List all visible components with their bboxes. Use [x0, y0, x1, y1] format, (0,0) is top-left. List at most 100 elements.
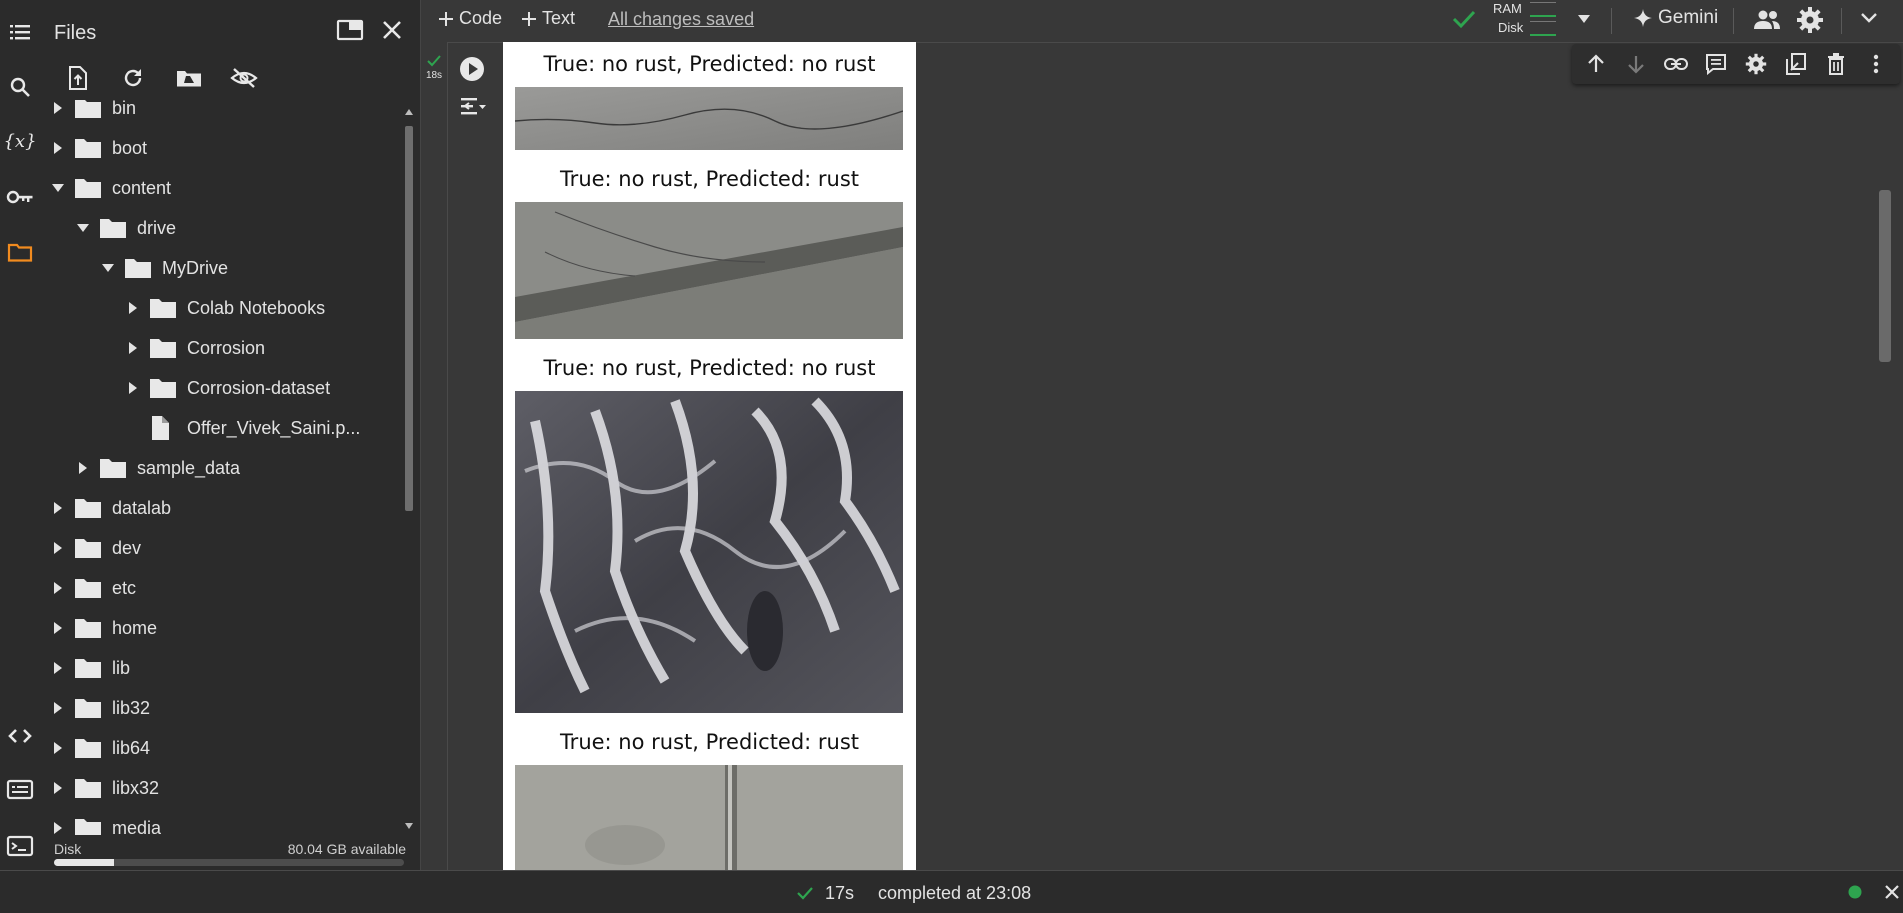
tree-item-dev[interactable]: dev: [48, 528, 141, 568]
tree-item-lib64[interactable]: lib64: [48, 728, 150, 768]
caret-right-icon[interactable]: [48, 138, 68, 158]
move-up-icon[interactable]: [1584, 52, 1608, 76]
settings-icon[interactable]: [1796, 6, 1824, 34]
tree-item-lib[interactable]: lib: [48, 648, 130, 688]
delete-icon[interactable]: [1824, 52, 1848, 76]
tree-item-libx32[interactable]: libx32: [48, 768, 159, 808]
prediction-title: True: no rust, Predicted: no rust: [543, 356, 876, 380]
caret-right-icon[interactable]: [48, 618, 68, 638]
tree-item-datalab[interactable]: datalab: [48, 488, 171, 528]
folder-icon: [74, 776, 104, 800]
code-snippets-icon[interactable]: [4, 720, 36, 752]
tree-item-home[interactable]: home: [48, 608, 157, 648]
open-in-tab-icon[interactable]: [334, 14, 366, 46]
run-cell-icon[interactable]: [459, 56, 485, 82]
concrete-ledge-image: [515, 202, 903, 339]
status-message[interactable]: completed at 23:08: [878, 883, 1031, 904]
file-tree: bin boot content drive MyDrive Colab Notebook…: [40, 100, 400, 835]
gemini-label: Gemini: [1658, 7, 1719, 28]
caret-right-icon[interactable]: [48, 738, 68, 758]
caret-right-icon[interactable]: [48, 100, 68, 118]
caret-right-icon[interactable]: [123, 378, 143, 398]
tree-item-label: MyDrive: [162, 257, 228, 278]
caret-right-icon[interactable]: [48, 538, 68, 558]
graffiti-metal-image: [515, 391, 903, 713]
caret-right-icon[interactable]: [123, 298, 143, 318]
caret-right-icon[interactable]: [48, 578, 68, 598]
terminal-icon[interactable]: [4, 830, 36, 862]
caret-right-icon[interactable]: [73, 458, 93, 478]
hide-files-icon[interactable]: [228, 62, 260, 94]
tree-item-content[interactable]: content: [48, 168, 171, 208]
caret-right-icon[interactable]: [48, 778, 68, 798]
tree-item-corrosion[interactable]: Corrosion: [123, 328, 265, 368]
cell-settings-icon[interactable]: [1744, 52, 1768, 76]
tree-item-drive[interactable]: drive: [73, 208, 176, 248]
command-palette-icon[interactable]: [4, 773, 36, 805]
ram-meter[interactable]: [1530, 2, 1556, 17]
tree-item-label: etc: [112, 577, 137, 598]
folder-icon: [74, 576, 104, 600]
upload-file-icon[interactable]: [62, 62, 94, 94]
cell-controls: [447, 42, 503, 870]
mirror-cell-icon[interactable]: [1784, 52, 1808, 76]
caret-right-icon[interactable]: [48, 818, 68, 835]
tree-item-mydrive[interactable]: MyDrive: [98, 248, 228, 288]
files-panel-title: Files: [54, 22, 97, 44]
prediction-title: True: no rust, Predicted: rust: [559, 167, 860, 191]
refresh-icon[interactable]: [117, 62, 149, 94]
comment-icon[interactable]: [1704, 52, 1728, 76]
share-people-icon[interactable]: [1752, 8, 1782, 32]
add-code-button[interactable]: Code: [439, 8, 502, 29]
runtime-dropdown-icon[interactable]: [1577, 14, 1591, 24]
files-panel: Files bin boot content drive MyDrive Colab No…: [40, 0, 421, 870]
key-icon[interactable]: [4, 181, 36, 213]
caret-right-icon[interactable]: [123, 338, 143, 358]
add-code-label: Code: [459, 8, 503, 28]
tree-item-boot[interactable]: boot: [48, 128, 147, 168]
folder-icon: [99, 216, 129, 240]
tree-item-corrosion-dataset[interactable]: Corrosion-dataset: [123, 368, 330, 408]
close-panel-icon[interactable]: [376, 14, 408, 46]
tree-item-label: drive: [137, 217, 177, 238]
folder-icon: [124, 256, 154, 280]
folder-icon[interactable]: [4, 236, 36, 268]
folder-icon: [74, 696, 104, 720]
tree-item-lib32[interactable]: lib32: [48, 688, 150, 728]
tree-item-etc[interactable]: etc: [48, 568, 136, 608]
tree-item-label: Corrosion-dataset: [187, 377, 331, 398]
caret-right-icon[interactable]: [48, 498, 68, 518]
ram-label: RAM: [1493, 1, 1522, 16]
collapse-header-icon[interactable]: [1860, 12, 1878, 24]
file-tree-scrollbar[interactable]: [402, 104, 416, 834]
cell-runtime: 18s: [425, 70, 443, 81]
move-down-icon[interactable]: [1624, 52, 1648, 76]
gemini-button[interactable]: Gemini: [1634, 7, 1718, 29]
status-elapsed[interactable]: 17s: [825, 883, 854, 904]
notebook-scrollbar[interactable]: [1877, 42, 1903, 870]
mount-drive-icon[interactable]: [173, 62, 205, 94]
connection-dot-icon: [1848, 885, 1862, 899]
cell-success-check-icon: [427, 55, 441, 67]
output-actions-icon[interactable]: [459, 94, 487, 118]
link-icon[interactable]: [1664, 52, 1688, 76]
variables-icon[interactable]: {x}: [4, 125, 36, 157]
disk-meter[interactable]: [1530, 21, 1556, 36]
caret-right-icon[interactable]: [48, 658, 68, 678]
tree-item-colab-notebooks[interactable]: Colab Notebooks: [123, 288, 325, 328]
search-icon[interactable]: [4, 71, 36, 103]
tree-item-bin[interactable]: bin: [48, 100, 136, 128]
tree-item-media[interactable]: media: [48, 808, 161, 835]
caret-right-icon[interactable]: [48, 698, 68, 718]
close-status-icon[interactable]: [1884, 884, 1900, 900]
tree-item-sample-data[interactable]: sample_data: [73, 448, 240, 488]
caret-down-icon[interactable]: [98, 258, 118, 278]
caret-down-icon[interactable]: [73, 218, 93, 238]
table-of-contents-icon[interactable]: [4, 16, 36, 48]
sparkle-icon: [1634, 9, 1652, 27]
add-text-button[interactable]: Text: [522, 8, 575, 29]
save-status-link[interactable]: All changes saved: [608, 9, 754, 30]
folder-icon: [149, 336, 179, 360]
tree-item-offer-vivek-saini-p[interactable]: Offer_Vivek_Saini.p...: [123, 408, 360, 448]
caret-down-icon[interactable]: [48, 178, 68, 198]
